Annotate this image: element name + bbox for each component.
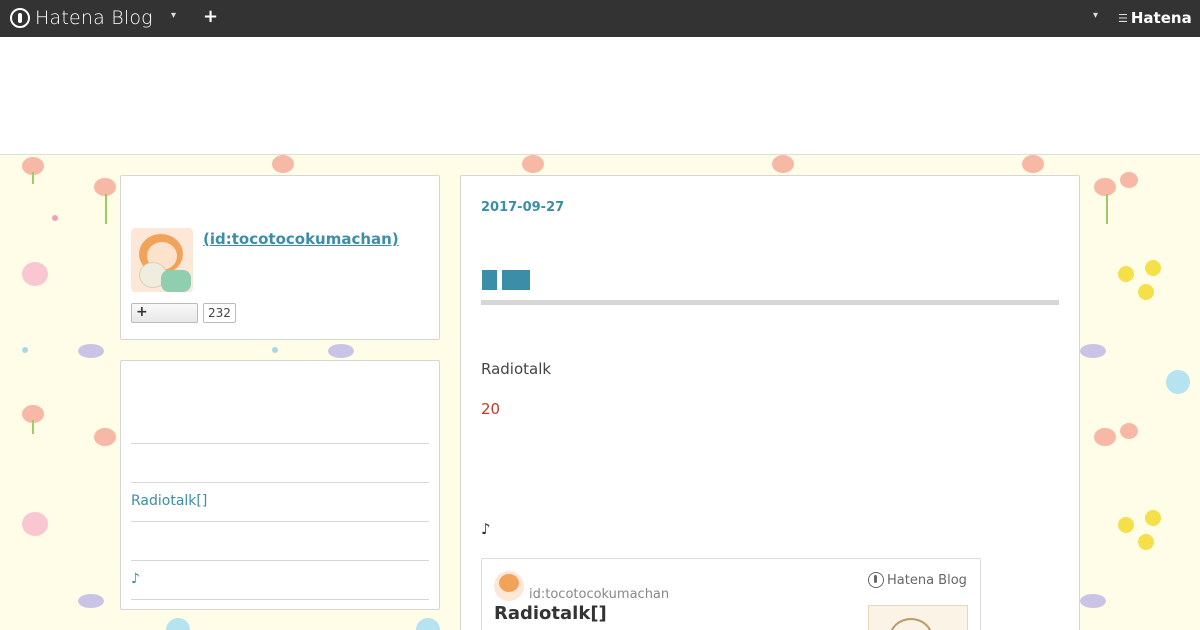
blog-card-embed[interactable]: id:tocotocokumachan Radiotalk[] Hatena B… [481, 558, 981, 630]
flower-decoration [1022, 155, 1044, 173]
entry-paragraph: ♪ [481, 520, 491, 538]
embed-brand-label: Hatena Blog [887, 572, 967, 588]
flower-decoration [1138, 534, 1154, 550]
flower-decoration [52, 215, 58, 221]
list-item[interactable] [131, 443, 429, 482]
category-tag[interactable] [482, 270, 497, 290]
hatena-account-link[interactable]: ☰ Hatena [1118, 9, 1192, 27]
flower-decoration [1166, 370, 1190, 394]
entry-date[interactable]: 2017-09-27 [481, 200, 564, 215]
avatar[interactable] [131, 228, 193, 292]
flower-decoration [1118, 266, 1134, 282]
flower-decoration [522, 155, 544, 173]
embed-thumbnail [868, 605, 968, 630]
embed-title[interactable]: Radiotalk[] [494, 603, 607, 624]
hatena-blog-logo[interactable]: Hatena Blog [10, 7, 153, 29]
embed-user-id: id:tocotocokumachan [529, 587, 670, 602]
flower-decoration [1138, 284, 1154, 300]
title-divider [481, 300, 1059, 305]
flower-decoration [22, 512, 48, 536]
flower-decoration [32, 172, 34, 184]
profile-module: (id:tocotocokumachan) + 232 [120, 175, 440, 340]
flower-decoration [1120, 423, 1138, 439]
flower-decoration [1145, 260, 1161, 276]
chevron-down-icon[interactable]: ▾ [1093, 10, 1098, 21]
flower-decoration [78, 594, 104, 608]
subscriber-count: 232 [203, 303, 236, 323]
list-item[interactable]: Radiotalk[] [131, 482, 429, 521]
entry-paragraph: Radiotalk [481, 360, 552, 378]
hatena-blog-icon [868, 572, 884, 588]
article-entry: 2017-09-27 Radiotalk 20 ♪ id:tocotocokum… [460, 175, 1080, 630]
flower-decoration [772, 155, 794, 173]
flower-decoration [94, 428, 116, 446]
embed-brand: Hatena Blog [868, 572, 967, 588]
flower-decoration [1094, 428, 1116, 446]
global-header: Hatena Blog ▾ + ▾ ☰ Hatena [0, 0, 1200, 37]
flower-decoration [105, 194, 107, 224]
flower-decoration [22, 262, 48, 286]
flower-decoration [1120, 172, 1138, 188]
subscribe-button[interactable]: + [131, 303, 198, 323]
avatar [494, 571, 524, 601]
blog-header-area [0, 37, 1200, 155]
flower-decoration [328, 344, 354, 358]
entry-paragraph-highlight: 20 [481, 400, 501, 418]
category-tag[interactable] [502, 270, 530, 290]
flower-decoration [272, 347, 278, 353]
hatena-label: Hatena [1130, 9, 1192, 27]
hatena-blog-icon [10, 8, 30, 28]
flower-decoration [166, 618, 190, 630]
flower-decoration [32, 420, 34, 434]
flower-decoration [1106, 194, 1108, 224]
flower-decoration [1080, 344, 1106, 358]
flower-decoration [1080, 594, 1106, 608]
flower-decoration [272, 155, 294, 173]
add-entry-button[interactable]: + [203, 6, 218, 27]
logo-text: Hatena Blog [35, 7, 153, 29]
list-item[interactable] [131, 521, 429, 560]
hatena-icon: ☰ [1118, 11, 1128, 25]
flower-decoration [1118, 517, 1134, 533]
flower-decoration [1145, 510, 1161, 526]
list-item[interactable] [131, 599, 429, 610]
sidebar-entry-list: Radiotalk[] ♪ [120, 360, 440, 610]
chevron-down-icon[interactable]: ▾ [171, 10, 176, 21]
flower-decoration [22, 347, 28, 353]
list-item[interactable]: ♪ [131, 560, 429, 599]
flower-decoration [416, 618, 440, 630]
flower-decoration [78, 344, 104, 358]
flower-decoration [1094, 178, 1116, 196]
profile-id-link[interactable]: (id:tocotocokumachan) [203, 230, 399, 248]
